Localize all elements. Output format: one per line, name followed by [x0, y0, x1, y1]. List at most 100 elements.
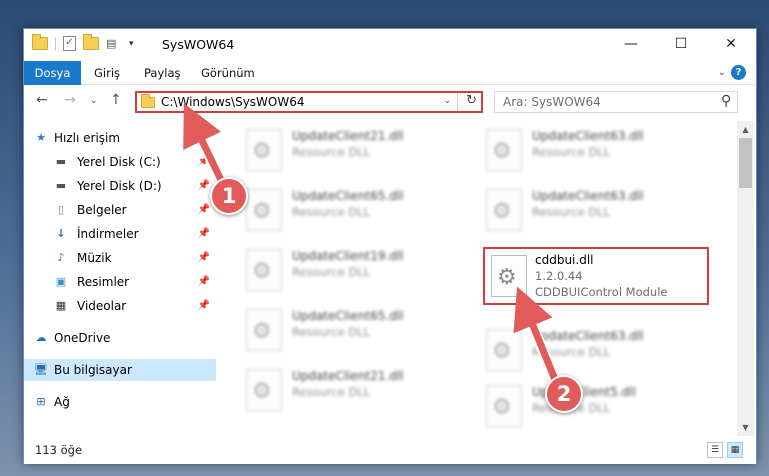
file-name: UpdateClient19.dll — [292, 249, 404, 263]
nav-item-label: Yerel Disk (D:) — [77, 179, 162, 193]
file-description: Resource DLL — [532, 205, 611, 219]
nav-item-videos[interactable]: ▦ Videolar 📌 — [24, 295, 216, 317]
nav-item-drive-c[interactable]: ▬ Yerel Disk (C:) 📌 — [24, 151, 216, 173]
file-description: Resource DLL — [292, 385, 371, 399]
forward-arrow-icon[interactable]: → — [64, 92, 76, 108]
file-description: CDDBUIControl Module — [535, 285, 668, 299]
pin-icon[interactable]: 📌 — [198, 175, 210, 197]
file-description: Resource DLL — [532, 345, 611, 359]
tab-share[interactable]: Paylaş — [144, 61, 181, 85]
scroll-up-icon[interactable]: ▲ — [737, 121, 754, 138]
scroll-down-icon[interactable]: ▼ — [737, 419, 754, 436]
file-version: 1.2.0.44 — [535, 269, 583, 283]
music-icon: ♪ — [57, 251, 65, 264]
file-name: UpdateClient21.dll — [292, 129, 404, 143]
explorer-window: ✓ ▤ ▾ SysWOW64 — ☐ ✕ Dosya Giriş Paylaş … — [23, 28, 757, 464]
nav-item-pictures[interactable]: ▣ Resimler 📌 — [24, 271, 216, 293]
nav-item-label: İndirmeler — [77, 227, 139, 241]
scrollbar-thumb[interactable] — [739, 138, 752, 188]
recent-locations-icon[interactable]: ⌄ — [90, 96, 98, 106]
dll-file-icon — [246, 129, 282, 171]
search-box[interactable]: Ara: SysWOW64 ⚲ — [494, 91, 738, 113]
file-name: cddbui.dll — [535, 253, 594, 267]
nav-item-label: Ağ — [54, 395, 70, 409]
computer-icon: 🖥 — [34, 363, 48, 376]
nav-item-music[interactable]: ♪ Müzik 📌 — [24, 247, 216, 269]
back-arrow-icon[interactable]: ← — [36, 92, 48, 108]
nav-item-quick-access[interactable]: ★ Hızlı erişim — [24, 127, 216, 149]
tab-view[interactable]: Görünüm — [201, 61, 255, 85]
folder-icon[interactable] — [32, 34, 48, 50]
file-tile[interactable]: UpdateClient65.dll Resource DLL — [238, 307, 463, 353]
nav-item-label: Müzik — [77, 251, 112, 265]
properties-check-icon[interactable]: ✓ — [63, 36, 76, 51]
file-tile[interactable]: UpdateClient21.dll Resource DLL — [238, 367, 463, 413]
nav-item-onedrive[interactable]: ☁ OneDrive — [24, 327, 216, 349]
nav-item-downloads[interactable]: ↓ İndirmeler 📌 — [24, 223, 216, 245]
step-badge-2: 2 — [545, 375, 583, 413]
step-badge-1: 1 — [210, 177, 248, 215]
nav-item-documents[interactable]: ▯ Belgeler 📌 — [24, 199, 216, 221]
help-icon[interactable]: ? — [731, 65, 746, 80]
quick-access-toolbar: ✓ ▤ ▾ — [32, 34, 134, 51]
details-view-icon[interactable]: ☰ — [707, 442, 723, 458]
dll-file-icon — [246, 249, 282, 291]
dll-file-icon — [486, 329, 522, 371]
dll-file-icon — [491, 255, 527, 297]
file-name: UpdateClient63.dll — [532, 129, 644, 143]
nav-item-network[interactable]: ⊞ Ağ — [24, 391, 216, 413]
file-tile[interactable]: UpdateClient19.dll Resource DLL — [238, 247, 463, 293]
pin-icon[interactable]: 📌 — [198, 223, 210, 245]
pin-icon[interactable]: 📌 — [198, 295, 210, 317]
minimize-button[interactable]: — — [608, 29, 654, 59]
up-arrow-icon[interactable]: ↑ — [110, 92, 122, 108]
file-description: Resource DLL — [292, 205, 371, 219]
drive-icon: ▬ — [55, 155, 67, 168]
new-folder-icon[interactable] — [83, 34, 99, 50]
customize-view-icon[interactable]: ▤ — [106, 37, 122, 51]
nav-item-label: Videolar — [77, 299, 127, 313]
file-tile-cddbui[interactable]: cddbui.dll 1.2.0.44 CDDBUIControl Module — [483, 247, 709, 305]
documents-icon: ▯ — [57, 203, 65, 216]
address-separator — [457, 93, 458, 111]
pictures-icon: ▣ — [55, 275, 67, 288]
vertical-scrollbar[interactable]: ▲ ▼ — [737, 121, 754, 436]
address-path: C:\Windows\SysWOW64 — [161, 95, 305, 109]
file-tile[interactable]: UpdateClient5.dll Resource DLL — [478, 383, 703, 429]
file-tile[interactable]: UpdateClient63.dll Resource DLL — [478, 187, 703, 233]
network-icon: ⊞ — [36, 395, 46, 408]
status-bar: 113 öğe ☰ ▦ — [24, 438, 756, 464]
chevron-down-icon[interactable]: ▾ — [129, 39, 134, 49]
expand-ribbon-icon[interactable]: ⌄ — [718, 67, 726, 78]
file-name: UpdateClient65.dll — [292, 309, 404, 323]
file-description: Resource DLL — [532, 145, 611, 159]
file-tile[interactable]: UpdateClient21.dll Resource DLL — [238, 127, 463, 173]
address-dropdown-icon[interactable]: ⌄ — [443, 96, 451, 106]
file-tile[interactable]: UpdateClient65.dll Resource DLL — [238, 187, 463, 233]
maximize-button[interactable]: ☐ — [658, 29, 704, 59]
dll-file-icon — [246, 369, 282, 411]
search-icon[interactable]: ⚲ — [721, 93, 731, 109]
toolbar-separator — [55, 36, 56, 51]
refresh-icon[interactable]: ↻ — [466, 93, 477, 108]
file-description: Resource DLL — [292, 325, 371, 339]
nav-item-drive-d[interactable]: ▬ Yerel Disk (D:) 📌 — [24, 175, 216, 197]
file-description: Resource DLL — [292, 265, 371, 279]
nav-item-label: OneDrive — [54, 331, 111, 345]
title-bar: ✓ ▤ ▾ SysWOW64 — ☐ ✕ — [24, 29, 756, 61]
address-bar[interactable]: C:\Windows\SysWOW64 ⌄ ↻ — [135, 91, 483, 113]
nav-item-this-pc[interactable]: 🖥 Bu bilgisayar — [24, 359, 216, 381]
tiles-view-icon[interactable]: ▦ — [727, 442, 743, 458]
file-tile[interactable]: UpdateClient63.dll Resource DLL — [478, 327, 703, 373]
close-button[interactable]: ✕ — [708, 29, 754, 59]
file-tile[interactable]: UpdateClient63.dll Resource DLL — [478, 127, 703, 173]
ribbon-tabs: Dosya Giriş Paylaş Görünüm ⌄ ? — [24, 61, 756, 85]
pin-icon[interactable]: 📌 — [198, 271, 210, 293]
file-list: UpdateClient21.dll Resource DLL UpdateCl… — [216, 121, 736, 436]
pin-icon[interactable]: 📌 — [198, 199, 210, 221]
tab-file[interactable]: Dosya — [24, 61, 81, 85]
tab-home[interactable]: Giriş — [94, 61, 120, 85]
pin-icon[interactable]: 📌 — [198, 151, 210, 173]
pin-icon[interactable]: 📌 — [198, 247, 210, 269]
file-name: UpdateClient63.dll — [532, 329, 644, 343]
